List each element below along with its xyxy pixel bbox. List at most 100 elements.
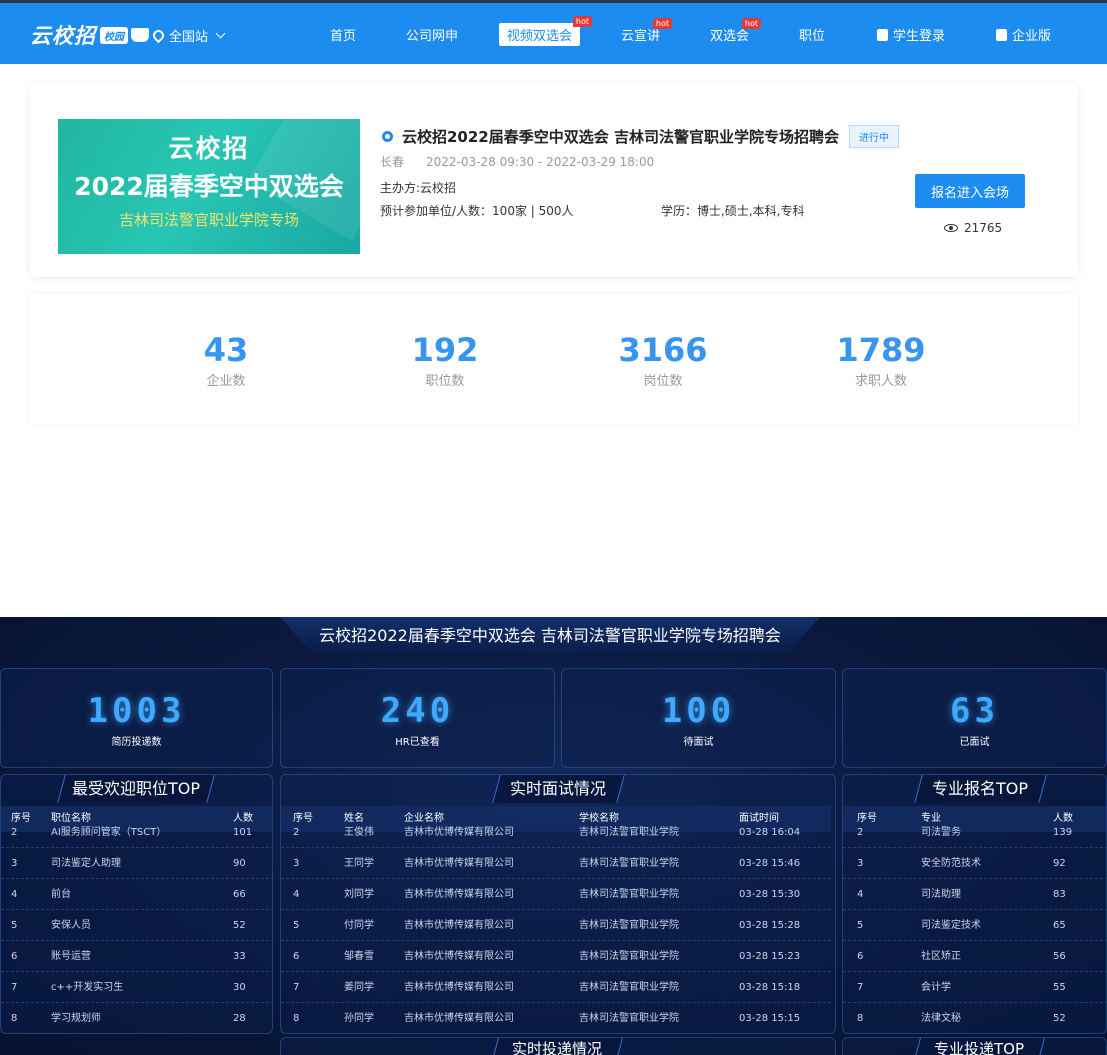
apply-enter-button[interactable]: 报名进入会场: [915, 174, 1025, 208]
table-cell: 吉林司法警官职业学院: [579, 889, 679, 900]
nav-home[interactable]: 首页: [330, 25, 356, 44]
table-cell: 学习规划师: [51, 1013, 101, 1024]
table-cell: 吉林司法警官职业学院: [579, 951, 679, 962]
table-cell: 4: [293, 889, 300, 900]
table-cell: 30: [233, 982, 246, 993]
location-pin-icon: [150, 27, 167, 44]
site-logo[interactable]: 云校招 校园: [30, 21, 149, 49]
table-cell: 付同学: [344, 920, 374, 931]
student-icon: [877, 29, 888, 41]
table-row: 2 司法警务 139: [843, 817, 1106, 848]
table-cell: 8: [857, 1013, 864, 1024]
nav-video-fair[interactable]: 视频双选会 hot: [499, 16, 593, 46]
major-signup-panel: 专业报名TOP 序号 专业 人数 2 司法警务 139 3 安全防范技术 92 4 司法助理 8…: [842, 774, 1107, 1034]
table-row: 4 司法助理 83: [843, 879, 1106, 910]
event-expected: 预计参加单位/人数：100家 | 500人: [380, 204, 574, 218]
table-cell: 2: [857, 827, 864, 838]
table-cell: 7: [293, 982, 300, 993]
event-info-card: 云校招 2022届春季空中双选会 吉林司法警官职业学院专场 云校招2022届春季…: [30, 83, 1078, 277]
kpi-value: 1003: [87, 691, 186, 731]
table-cell: c++开发实习生: [51, 982, 124, 993]
table-cell: 司法鉴定技术: [921, 920, 981, 931]
table-cell: 吉林市优博传媒有限公司: [404, 920, 514, 931]
stats-card: 43 企业数 192 职位数 3166 岗位数 1789 求职人数: [30, 294, 1078, 424]
table-cell: 55: [1053, 982, 1066, 993]
table-cell: 3: [293, 858, 300, 869]
table-cell: 7: [857, 982, 864, 993]
table-cell: 账号运营: [51, 951, 91, 962]
nav-jobs[interactable]: 职位: [799, 25, 825, 44]
location-label: 全国站: [169, 30, 209, 45]
stat-value: 3166: [618, 331, 708, 369]
table-cell: 92: [1053, 858, 1066, 869]
stat-label: 岗位数: [643, 374, 683, 389]
table-cell: 33: [233, 951, 246, 962]
chevron-down-icon: [215, 28, 226, 39]
table-cell: 2: [293, 827, 300, 838]
table-cell: 3: [11, 858, 18, 869]
table-row: 5 司法鉴定技术 65: [843, 910, 1106, 941]
panel-tab-major-delivery: 专业投递TOP: [914, 1038, 1045, 1055]
dashboard-title: 云校招2022届春季空中双选会 吉林司法警官职业学院专场招聘会: [319, 626, 781, 645]
table-cell: 王俊伟: [344, 827, 374, 838]
table-cell: 03-28 15:23: [739, 951, 801, 962]
logo-text: 云校招: [30, 24, 96, 48]
status-badge: 进行中: [848, 125, 899, 148]
table-cell: 司法警务: [921, 827, 961, 838]
panel-tab-interviews: 实时面试情况: [492, 775, 625, 803]
event-city-time: 长春 2022-03-28 09:30 - 2022-03-29 18:00: [380, 153, 654, 170]
table-cell: 4: [11, 889, 18, 900]
table-cell: 03-28 15:28: [739, 920, 801, 931]
table-cell: 邹春雪: [344, 951, 374, 962]
table-cell: 吉林市优博传媒有限公司: [404, 858, 514, 869]
stat-companies: 43 企业数: [166, 332, 286, 389]
eye-icon: [944, 224, 958, 232]
table-cell: 03-28 15:18: [739, 982, 801, 993]
table-cell: 前台: [51, 889, 71, 900]
kpi-pending-interview: 100 待面试: [561, 668, 836, 768]
banner-line-1: 云校招: [168, 134, 250, 163]
table-cell: 吉林司法警官职业学院: [579, 1013, 679, 1024]
event-organizer: 主办方:云校招: [380, 181, 457, 195]
table-cell: 刘同学: [344, 889, 374, 900]
table-row: 3 司法鉴定人助理 90: [1, 848, 272, 879]
top-navbar: 云校招 校园 全国站 首页 公司网申 视频双选会 hot 云宣讲 hot 双选会 ho…: [0, 0, 1107, 64]
table-cell: 8: [11, 1013, 18, 1024]
building-icon: [996, 29, 1007, 41]
stat-label: 企业数: [206, 374, 246, 389]
table-cell: 吉林市优博传媒有限公司: [404, 827, 514, 838]
nav-cloud-talk[interactable]: 云宣讲 hot: [621, 18, 673, 44]
table-cell: 101: [233, 827, 253, 838]
event-title: 云校招2022届春季空中双选会 吉林司法警官职业学院专场招聘会 进行中: [382, 125, 899, 148]
stat-label: 求职人数: [854, 374, 907, 389]
table-cell: 吉林司法警官职业学院: [579, 827, 679, 838]
kpi-label: 已面试: [959, 737, 990, 748]
table-cell: 吉林市优博传媒有限公司: [404, 982, 514, 993]
table-row: 2 王俊伟 吉林市优博传媒有限公司 吉林司法警官职业学院 03-28 16:04: [281, 817, 831, 848]
student-login-link[interactable]: 学生登录: [877, 25, 945, 44]
banner-line-3: 吉林司法警官职业学院专场: [118, 211, 299, 229]
event-city: 长春: [380, 155, 405, 169]
table-row: 8 孙同学 吉林市优博传媒有限公司 吉林司法警官职业学院 03-28 15:15: [281, 1003, 831, 1033]
location-selector[interactable]: 全国站: [150, 26, 226, 45]
table-cell: 03-28 15:15: [739, 1013, 801, 1024]
hot-badge: hot: [652, 18, 673, 29]
enterprise-link[interactable]: 企业版: [996, 25, 1051, 44]
nav-job-fair[interactable]: 双选会 hot: [710, 18, 762, 44]
nav-company-apply[interactable]: 公司网申: [406, 25, 458, 44]
table-cell: 吉林司法警官职业学院: [579, 982, 679, 993]
event-banner-image: 云校招 2022届春季空中双选会 吉林司法警官职业学院专场: [58, 119, 360, 254]
table-row: 6 账号运营 33: [1, 941, 272, 972]
table-row: 6 邹春雪 吉林市优博传媒有限公司 吉林司法警官职业学院 03-28 15:23: [281, 941, 831, 972]
table-cell: 2: [11, 827, 18, 838]
kpi-label: 简历投递数: [111, 737, 162, 748]
table-cell: 姜同学: [344, 982, 374, 993]
kpi-hr-viewed: 240 HR已查看: [280, 668, 555, 768]
event-title-text: 云校招2022届春季空中双选会 吉林司法警官职业学院专场招聘会: [402, 128, 839, 146]
table-row: 7 会计学 55: [843, 972, 1106, 1003]
hot-badge: hot: [741, 18, 762, 29]
kpi-value: 63: [950, 691, 999, 731]
table-cell: 安全防范技术: [921, 858, 981, 869]
dashboard-screen: 云校招2022届春季空中双选会 吉林司法警官职业学院专场招聘会 1003 简历投…: [0, 617, 1107, 1055]
table-cell: 28: [233, 1013, 246, 1024]
